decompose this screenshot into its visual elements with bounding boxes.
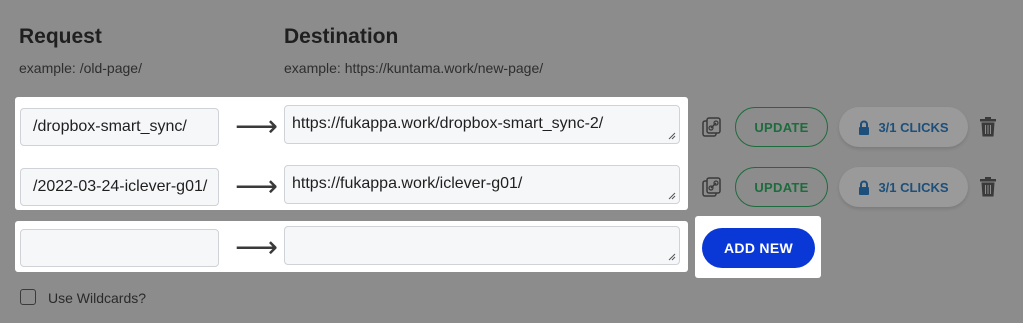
lock-icon	[859, 180, 870, 195]
clicks-badge[interactable]: 3/1 CLICKS	[839, 167, 968, 207]
request-example: example: /old-page/	[19, 60, 142, 76]
new-destination-textarea[interactable]	[284, 226, 680, 265]
link-icon[interactable]	[701, 176, 723, 198]
resize-handle-icon[interactable]	[668, 192, 676, 200]
destination-value: https://fukappa.work/dropbox-smart_sync-…	[292, 115, 604, 132]
clicks-label: 3/1 CLICKS	[878, 179, 949, 195]
wildcards-checkbox[interactable]	[20, 289, 36, 305]
clicks-badge[interactable]: 3/1 CLICKS	[839, 107, 968, 147]
new-request-input[interactable]	[20, 229, 219, 267]
update-button[interactable]: UPDATE	[735, 107, 828, 147]
resize-handle-icon[interactable]	[668, 132, 676, 140]
destination-value: https://fukappa.work/iclever-g01/	[292, 175, 523, 192]
arrow-icon: ⟶	[235, 170, 279, 203]
link-icon[interactable]	[701, 116, 723, 138]
resize-handle-icon[interactable]	[668, 253, 676, 261]
destination-example: example: https://kuntama.work/new-page/	[284, 60, 544, 76]
trash-icon[interactable]	[979, 177, 997, 197]
request-input[interactable]: /dropbox-smart_sync/	[20, 108, 219, 146]
arrow-icon: ⟶	[235, 231, 279, 264]
request-input[interactable]: /2022-03-24-iclever-g01/	[20, 168, 219, 206]
destination-textarea[interactable]: https://fukappa.work/iclever-g01/	[284, 165, 680, 204]
destination-textarea[interactable]: https://fukappa.work/dropbox-smart_sync-…	[284, 105, 680, 144]
lock-icon	[859, 120, 870, 135]
wildcards-label: Use Wildcards?	[48, 290, 147, 306]
add-new-button[interactable]: ADD NEW	[702, 228, 815, 268]
destination-heading: Destination	[284, 25, 399, 48]
trash-icon[interactable]	[979, 117, 997, 137]
update-button[interactable]: UPDATE	[735, 167, 828, 207]
arrow-icon: ⟶	[235, 110, 279, 143]
request-heading: Request	[19, 25, 102, 48]
clicks-label: 3/1 CLICKS	[878, 119, 949, 135]
